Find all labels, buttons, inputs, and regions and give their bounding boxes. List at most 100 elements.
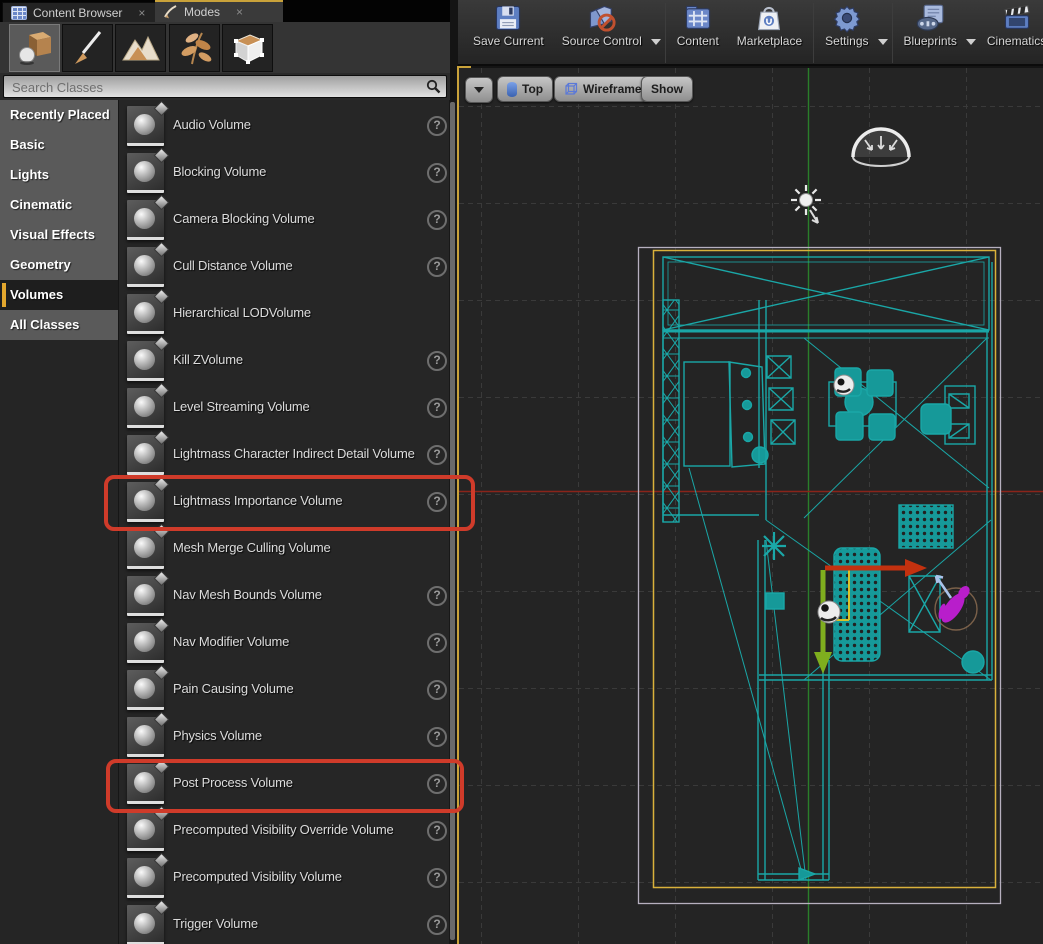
volume-label: Post Process Volume [173, 759, 293, 806]
hierarchical-lod-volume-icon [127, 294, 164, 334]
list-item[interactable]: Audio Volume? [119, 101, 449, 148]
list-item[interactable]: Pain Causing Volume? [119, 665, 449, 712]
cinematics-button[interactable]: Cinematics [978, 3, 1043, 61]
place-mode-tool[interactable] [9, 24, 60, 72]
help-icon[interactable]: ? [427, 821, 447, 841]
level-viewport[interactable]: Top Wireframe Show [457, 68, 1043, 944]
list-item[interactable]: Nav Mesh Bounds Volume? [119, 571, 449, 618]
save-current-button[interactable]: Save Current [464, 3, 553, 61]
paint-mode-icon [68, 28, 108, 68]
help-icon[interactable]: ? [427, 680, 447, 700]
settings-button[interactable]: Settings [816, 3, 877, 61]
help-icon[interactable]: ? [427, 445, 447, 465]
panel-tab-bar: Content Browser × Modes × [0, 0, 450, 22]
list-item[interactable]: Precomputed Visibility Volume? [119, 853, 449, 900]
outer-volume-bounds[interactable] [639, 248, 1001, 904]
player-start-icon[interactable] [818, 601, 840, 623]
camera-blocking-volume-icon [127, 200, 164, 240]
button-label: Blueprints [904, 34, 957, 48]
source-control-caret-icon[interactable] [651, 39, 661, 45]
settings-caret-icon[interactable] [878, 39, 888, 45]
help-icon[interactable]: ? [427, 915, 447, 935]
help-icon[interactable]: ? [427, 633, 447, 653]
help-icon[interactable]: ? [427, 210, 447, 230]
list-item[interactable]: Camera Blocking Volume? [119, 195, 449, 242]
list-item[interactable]: Cull Distance Volume? [119, 242, 449, 289]
lightmass-character-indirect-detail-volume-icon [127, 435, 164, 475]
sidebar-item-lights[interactable]: Lights [0, 160, 118, 190]
help-icon[interactable]: ? [427, 492, 447, 512]
content-button[interactable]: Content [668, 3, 728, 61]
scrollbar-thumb[interactable] [450, 102, 455, 940]
volume-label: Precomputed Visibility Override Volume [173, 806, 393, 853]
lightmass-importance-volume-icon [127, 482, 164, 522]
list-item[interactable]: Nav Modifier Volume? [119, 618, 449, 665]
volume-label: Mesh Merge Culling Volume [173, 524, 331, 571]
sidebar-item-basic[interactable]: Basic [0, 130, 118, 160]
viewport-options-caret-icon [474, 87, 484, 93]
list-item[interactable]: Post Process Volume? [119, 759, 449, 806]
camera-sphere-icon[interactable] [834, 375, 854, 395]
sidebar-item-volumes[interactable]: Volumes [0, 280, 118, 310]
list-item[interactable]: Lightmass Importance Volume? [119, 477, 449, 524]
help-icon[interactable]: ? [427, 868, 447, 888]
post-process-volume-icon [127, 764, 164, 804]
volume-label: Hierarchical LODVolume [173, 289, 311, 336]
list-item[interactable]: Lightmass Character Indirect Detail Volu… [119, 430, 449, 477]
volume-label: Camera Blocking Volume [173, 195, 315, 242]
list-item[interactable]: Physics Volume? [119, 712, 449, 759]
help-icon[interactable]: ? [427, 398, 447, 418]
blueprints-icon [915, 3, 945, 33]
list-item[interactable]: Precomputed Visibility Override Volume? [119, 806, 449, 853]
list-item[interactable]: Level Streaming Volume? [119, 383, 449, 430]
view-mode-button[interactable]: Top [497, 76, 553, 102]
help-icon[interactable]: ? [427, 163, 447, 183]
sidebar-item-all-classes[interactable]: All Classes [0, 310, 118, 340]
close-icon[interactable]: × [138, 6, 145, 20]
volume-class-list: Audio Volume? Blocking Volume? Camera Bl… [119, 100, 449, 944]
modes-panel: Content Browser × Modes × [0, 0, 450, 944]
toolbar-separator [813, 3, 814, 63]
search-input[interactable] [10, 77, 414, 97]
place-mode-icon [15, 28, 55, 68]
help-icon[interactable]: ? [427, 116, 447, 136]
render-mode-button[interactable]: Wireframe [554, 76, 652, 102]
volume-label: Level Streaming Volume [173, 383, 310, 430]
list-item[interactable]: Hierarchical LODVolume [119, 289, 449, 336]
list-item[interactable]: Kill ZVolume? [119, 336, 449, 383]
close-icon[interactable]: × [236, 5, 243, 19]
tab-content-browser[interactable]: Content Browser × [2, 2, 160, 23]
blueprints-button[interactable]: Blueprints [895, 3, 966, 61]
help-icon[interactable]: ? [427, 257, 447, 277]
foliage-mode-tool[interactable] [169, 24, 220, 72]
volume-label: Kill ZVolume [173, 336, 243, 383]
paint-mode-tool[interactable] [62, 24, 113, 72]
help-icon[interactable]: ? [427, 774, 447, 794]
marketplace-button[interactable]: Marketplace [728, 3, 811, 61]
sidebar-item-geometry[interactable]: Geometry [0, 250, 118, 280]
landscape-mode-tool[interactable] [115, 24, 166, 72]
viewport-grid [459, 68, 1043, 944]
sidebar-item-visual-effects[interactable]: Visual Effects [0, 220, 118, 250]
list-item[interactable]: Mesh Merge Culling Volume [119, 524, 449, 571]
sidebar-empty-area [0, 340, 118, 944]
list-item[interactable]: Blocking Volume? [119, 148, 449, 195]
help-icon[interactable]: ? [427, 727, 447, 747]
blueprints-caret-icon[interactable] [966, 39, 976, 45]
lightmass-importance-volume-bounds[interactable] [654, 251, 996, 888]
show-menu-button[interactable]: Show [641, 76, 693, 102]
viewport-options-button[interactable] [465, 77, 493, 103]
nav-modifier-volume-icon [127, 623, 164, 663]
help-icon[interactable]: ? [427, 586, 447, 606]
sidebar-item-cinematic[interactable]: Cinematic [0, 190, 118, 220]
geometry-editing-mode-tool[interactable] [222, 24, 273, 72]
source-control-button[interactable]: Source Control [553, 3, 651, 61]
help-icon[interactable]: ? [427, 351, 447, 371]
list-item[interactable]: Trigger Volume? [119, 900, 449, 944]
cull-distance-volume-icon [127, 247, 164, 287]
sidebar-item-recently-placed[interactable]: Recently Placed [0, 100, 118, 130]
audio-volume-icon [127, 106, 164, 146]
viewport-canvas[interactable] [459, 68, 1043, 944]
tab-modes[interactable]: Modes × [155, 0, 283, 22]
sky-dome-icon[interactable] [853, 129, 909, 166]
